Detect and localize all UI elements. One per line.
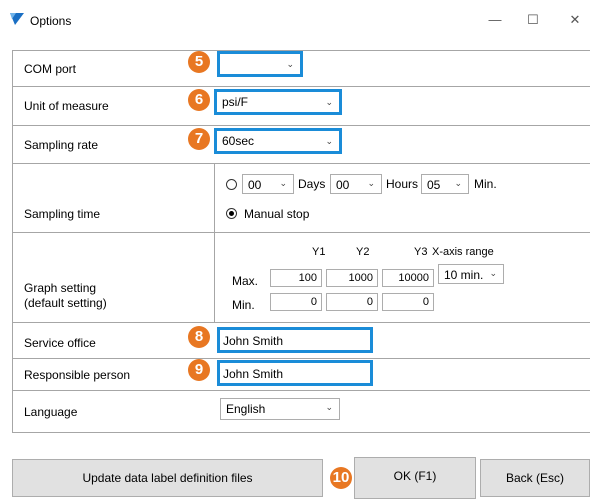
chevron-down-icon: ⌄ (454, 178, 462, 188)
com-port-label: COM port (24, 62, 77, 76)
row-divider (12, 232, 590, 233)
chevron-down-icon: ⌄ (325, 136, 333, 146)
xaxis-header: X-axis range (432, 246, 494, 258)
app-logo-icon (10, 13, 24, 25)
unit-value: psi/F (222, 95, 249, 109)
com-port-select[interactable]: ⌄ (217, 51, 303, 77)
y1-header: Y1 (312, 246, 326, 258)
step-badge-10: 10 (330, 467, 352, 489)
minutes-label: Min. (474, 177, 497, 191)
hours-value: 00 (336, 178, 350, 192)
service-office-value: John Smith (223, 334, 284, 348)
xaxis-range-select[interactable]: 10 min. ⌄ (438, 264, 504, 284)
chevron-down-icon: ⌄ (489, 268, 497, 278)
y3-header: Y3 (414, 246, 428, 258)
hours-select[interactable]: 00 ⌄ (330, 174, 382, 194)
ok-button[interactable]: OK (F1) (354, 457, 476, 499)
step-badge-7: 7 (188, 128, 210, 150)
chevron-down-icon: ⌄ (279, 178, 287, 188)
y1-min-input[interactable]: 0 (270, 293, 322, 311)
step-badge-6: 6 (188, 89, 210, 111)
y2-header: Y2 (356, 246, 370, 258)
left-border (12, 50, 13, 432)
manual-stop-label: Manual stop (244, 207, 310, 221)
days-select[interactable]: 00 ⌄ (242, 174, 294, 194)
responsible-person-input[interactable]: John Smith (217, 360, 373, 386)
xaxis-range-value: 10 min. (444, 268, 484, 282)
responsible-person-label: Responsible person (24, 368, 131, 382)
duration-radio[interactable] (226, 179, 237, 190)
service-office-label: Service office (24, 336, 96, 350)
sampling-rate-value: 60sec (222, 134, 255, 148)
unit-select[interactable]: psi/F ⌄ (214, 89, 342, 115)
y2-max-input[interactable]: 1000 (326, 269, 378, 287)
sampling-rate-select[interactable]: 60sec ⌄ (214, 128, 342, 154)
window-title: Options (30, 14, 72, 28)
graph-setting-sublabel: (default setting) (24, 296, 107, 310)
language-label: Language (24, 405, 78, 419)
step-badge-5: 5 (188, 51, 210, 73)
days-label: Days (298, 177, 326, 191)
hours-label: Hours (386, 177, 419, 191)
language-select[interactable]: English ⌄ (220, 398, 340, 420)
y3-max-input[interactable]: 10000 (382, 269, 434, 287)
row-divider (12, 86, 590, 87)
sampling-rate-label: Sampling rate (24, 138, 99, 152)
maximize-button[interactable]: ☐ (518, 8, 548, 32)
y3-min-input[interactable]: 0 (382, 293, 434, 311)
responsible-person-value: John Smith (223, 367, 284, 381)
y1-max-input[interactable]: 100 (270, 269, 322, 287)
update-data-label-button[interactable]: Update data label definition files (12, 459, 323, 497)
minutes-select[interactable]: 05 ⌄ (421, 174, 469, 194)
row-divider (12, 322, 590, 323)
row-divider (12, 432, 590, 433)
row-divider (12, 358, 590, 359)
back-button[interactable]: Back (Esc) (480, 459, 590, 497)
minutes-value: 05 (427, 178, 441, 192)
max-label: Max. (232, 274, 259, 288)
chevron-down-icon: ⌄ (325, 97, 333, 107)
close-button[interactable]: ✕ (560, 8, 590, 32)
days-value: 00 (248, 178, 262, 192)
y2-min-input[interactable]: 0 (326, 293, 378, 311)
chevron-down-icon: ⌄ (367, 178, 375, 188)
row-divider (12, 390, 590, 391)
title-bar: Options — ☐ ✕ (0, 0, 590, 40)
step-badge-9: 9 (188, 359, 210, 381)
sampling-time-label: Sampling time (24, 207, 101, 221)
row-divider (12, 163, 590, 164)
unit-label: Unit of measure (24, 99, 109, 113)
manual-stop-radio[interactable] (226, 208, 237, 219)
language-value: English (226, 402, 266, 416)
minimize-button[interactable]: — (480, 8, 510, 32)
service-office-input[interactable]: John Smith (217, 327, 373, 353)
column-divider (214, 163, 215, 322)
graph-setting-label: Graph setting (24, 281, 97, 295)
min-label: Min. (232, 298, 255, 312)
chevron-down-icon: ⌄ (325, 402, 333, 412)
chevron-down-icon: ⌄ (286, 59, 294, 69)
step-badge-8: 8 (188, 326, 210, 348)
row-divider (12, 125, 590, 126)
